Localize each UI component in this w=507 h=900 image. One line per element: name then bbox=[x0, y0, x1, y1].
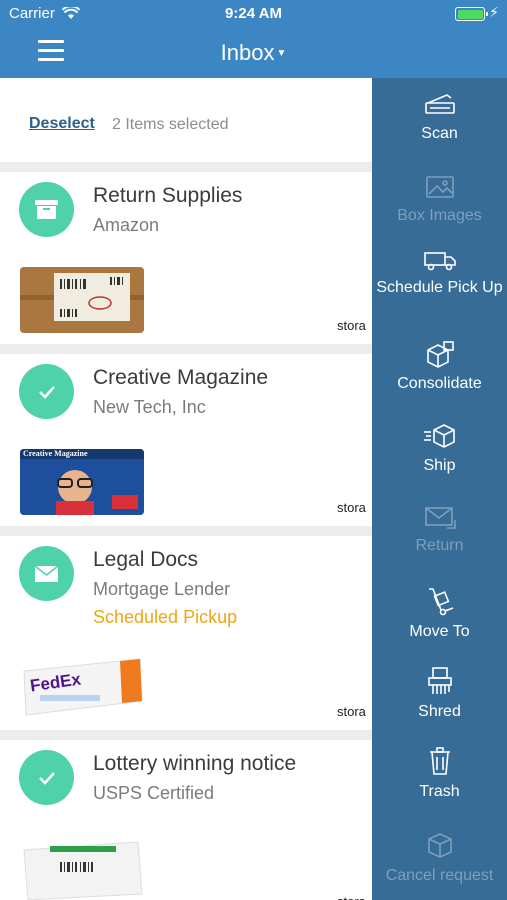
checkmark-icon[interactable] bbox=[19, 750, 74, 805]
item-title: Creative Magazine bbox=[93, 366, 269, 389]
truck-icon bbox=[423, 252, 456, 271]
shredder-icon bbox=[427, 667, 452, 694]
box-images-button: Box Images bbox=[372, 174, 507, 226]
item-subtitle: USPS Certified bbox=[93, 783, 215, 803]
package-thumbnail[interactable] bbox=[20, 267, 144, 333]
list-item[interactable]: Creative Magazine New Tech, Inc Creative… bbox=[0, 354, 372, 526]
scanner-icon bbox=[424, 94, 455, 114]
storage-label: stora bbox=[337, 704, 366, 719]
inbox-dropdown[interactable]: Inbox ▼ bbox=[0, 40, 507, 66]
selected-count: 2 Items selected bbox=[112, 116, 229, 133]
clock: 9:24 AM bbox=[225, 5, 282, 22]
ship-button[interactable]: Ship bbox=[372, 422, 507, 476]
checkmark-icon[interactable] bbox=[19, 364, 74, 419]
shred-button[interactable]: Shred bbox=[372, 666, 507, 722]
certified-mail-thumbnail[interactable] bbox=[20, 836, 144, 900]
trash-button[interactable]: Trash bbox=[372, 746, 507, 802]
envelope-thumbnail[interactable]: FedEx bbox=[20, 653, 144, 719]
item-title: Return Supplies bbox=[93, 184, 243, 207]
return-button: Return bbox=[372, 504, 507, 556]
cancel-request-button: Cancel request bbox=[372, 830, 507, 886]
list-item[interactable]: Return Supplies Amazon stora bbox=[0, 172, 372, 344]
return-mail-icon bbox=[424, 507, 456, 529]
schedule-pick-up-button[interactable]: Schedule Pick Up bbox=[372, 248, 507, 298]
item-list: Deselect 2 Items selected Return Supplie… bbox=[0, 78, 372, 900]
status-badge: Scheduled Pickup bbox=[93, 607, 238, 627]
status-bar: Carrier 9:24 AM ⚡ bbox=[0, 0, 507, 28]
storage-label: stora bbox=[337, 318, 366, 333]
image-icon bbox=[425, 176, 454, 198]
item-subtitle: Mortgage Lender bbox=[93, 579, 231, 599]
charging-icon: ⚡ bbox=[489, 4, 499, 20]
cancel-box-icon bbox=[427, 833, 452, 858]
item-title: Legal Docs bbox=[93, 548, 199, 571]
storage-label: stora bbox=[337, 500, 366, 515]
page-title: Inbox bbox=[220, 40, 275, 65]
item-subtitle: Amazon bbox=[93, 215, 160, 235]
scan-button[interactable]: Scan bbox=[372, 92, 507, 144]
magazine-cover-text: Creative Magazine bbox=[23, 449, 88, 458]
boxes-icon bbox=[426, 341, 454, 368]
deselect-button[interactable]: Deselect bbox=[29, 115, 95, 133]
caret-down-icon: ▼ bbox=[276, 48, 287, 59]
list-item[interactable]: Lottery winning notice USPS Certified st… bbox=[0, 740, 372, 900]
move-to-button[interactable]: Move To bbox=[372, 586, 507, 642]
consolidate-button[interactable]: Consolidate bbox=[372, 340, 507, 394]
archive-box-icon[interactable] bbox=[19, 182, 74, 237]
battery-icon bbox=[455, 7, 488, 21]
storage-label: stora bbox=[337, 894, 366, 900]
action-panel: Scan Box Images Schedule Pick Up Consoli… bbox=[372, 78, 507, 900]
magazine-thumbnail[interactable]: Creative Magazine bbox=[20, 449, 144, 515]
hand-truck-icon bbox=[428, 588, 453, 616]
item-subtitle: New Tech, Inc bbox=[93, 397, 206, 417]
app-header: Carrier 9:24 AM ⚡ Inbox ▼ bbox=[0, 0, 507, 78]
trash-icon bbox=[429, 747, 450, 775]
list-item[interactable]: Legal Docs Mortgage Lender Scheduled Pic… bbox=[0, 536, 372, 730]
selection-bar: Deselect 2 Items selected bbox=[0, 78, 372, 162]
envelope-icon[interactable] bbox=[19, 546, 74, 601]
item-title: Lottery winning notice bbox=[93, 752, 297, 775]
shipping-box-icon bbox=[423, 424, 455, 448]
